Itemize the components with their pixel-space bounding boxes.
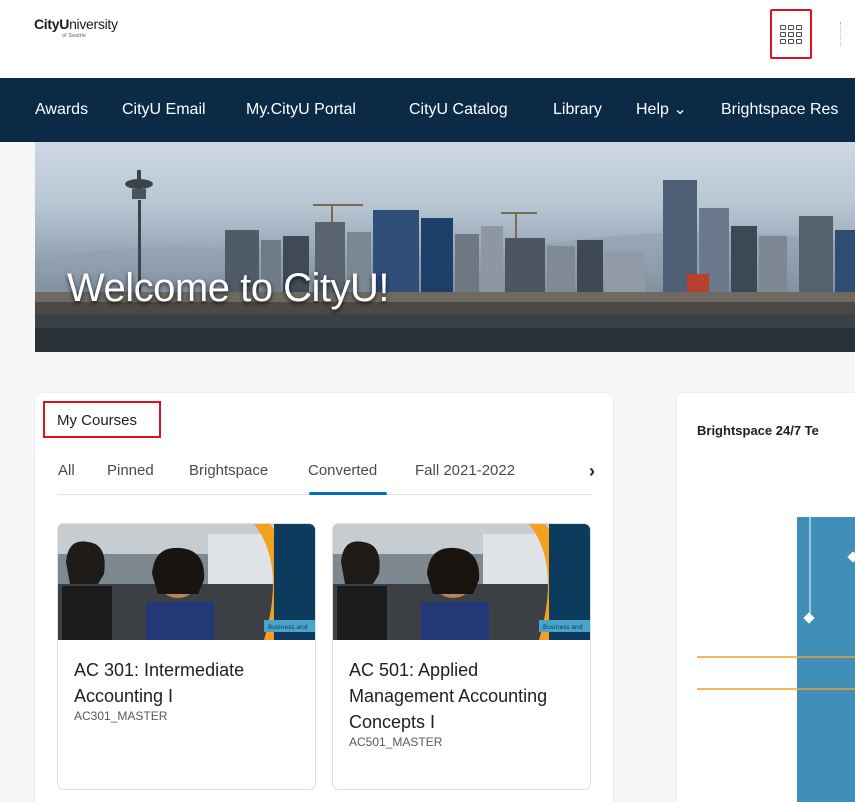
nav-brightspace-resources[interactable]: Brightspace Res: [721, 100, 838, 120]
logo-subtext: of Seattle: [62, 33, 87, 39]
tab-fall-2021-2022[interactable]: Fall 2021-2022: [415, 462, 515, 479]
image-badge-text: Business and: [268, 624, 308, 631]
nav-awards[interactable]: Awards: [35, 100, 88, 120]
course-title[interactable]: AC 301: Intermediate Accounting I AC301_…: [74, 657, 306, 725]
course-card-ac501[interactable]: Business and AC 501: Applied Management …: [332, 523, 591, 790]
banner-title: Welcome to CityU!: [67, 266, 389, 310]
course-code: AC501_MASTER: [349, 735, 443, 749]
my-courses-widget: My Courses All Pinned Brightspace Conver…: [35, 393, 613, 802]
active-tab-indicator: [309, 492, 387, 495]
tab-brightspace[interactable]: Brightspace: [189, 462, 268, 479]
my-courses-heading: My Courses: [43, 401, 161, 438]
welcome-banner: Welcome to CityU!: [35, 142, 855, 352]
course-people-image: Business and: [58, 524, 315, 640]
brightspace-support-widget: Brightspace 24/7 Te: [677, 393, 855, 802]
logo-text-rest: niversity: [69, 16, 118, 32]
course-title[interactable]: AC 501: Applied Management Accounting Co…: [349, 657, 581, 751]
course-code: AC301_MASTER: [74, 709, 168, 723]
nav-library[interactable]: Library: [553, 100, 602, 120]
image-badge-text: Business and: [543, 624, 583, 631]
top-header: CityUniversity of Seattle: [0, 0, 855, 78]
course-title-text: AC 301: Intermediate Accounting I: [74, 660, 245, 706]
course-card-ac301[interactable]: Business and AC 301: Intermediate Accoun…: [57, 523, 316, 790]
tab-all[interactable]: All: [58, 462, 75, 479]
nav-cityu-email[interactable]: CityU Email: [122, 100, 206, 120]
support-graphic: [697, 517, 855, 802]
course-title-text: AC 501: Applied Management Accounting Co…: [349, 660, 548, 732]
app-launcher-button[interactable]: [770, 9, 812, 59]
tab-converted[interactable]: Converted: [308, 462, 377, 479]
course-image: Business and: [333, 524, 590, 640]
course-image: Business and: [58, 524, 315, 640]
chevron-right-icon[interactable]: ›: [589, 461, 595, 482]
nav-mycityu-portal[interactable]: My.CityU Portal: [246, 100, 356, 120]
tab-pinned[interactable]: Pinned: [107, 462, 154, 479]
course-tabs: All Pinned Brightspace Converted Fall 20…: [58, 461, 595, 495]
seattle-skyline-image: [35, 170, 855, 352]
cityu-logo[interactable]: CityUniversity of Seattle: [34, 17, 118, 39]
waffle-grid-icon: [780, 24, 802, 44]
main-navbar: Awards CityU Email My.CityU Portal CityU…: [0, 78, 855, 142]
logo-text-bold: CityU: [34, 16, 70, 32]
nav-cityu-catalog[interactable]: CityU Catalog: [409, 100, 508, 120]
course-people-image: Business and: [333, 524, 590, 640]
header-divider: [840, 22, 841, 46]
nav-help-dropdown[interactable]: Help ⌄: [636, 100, 687, 120]
